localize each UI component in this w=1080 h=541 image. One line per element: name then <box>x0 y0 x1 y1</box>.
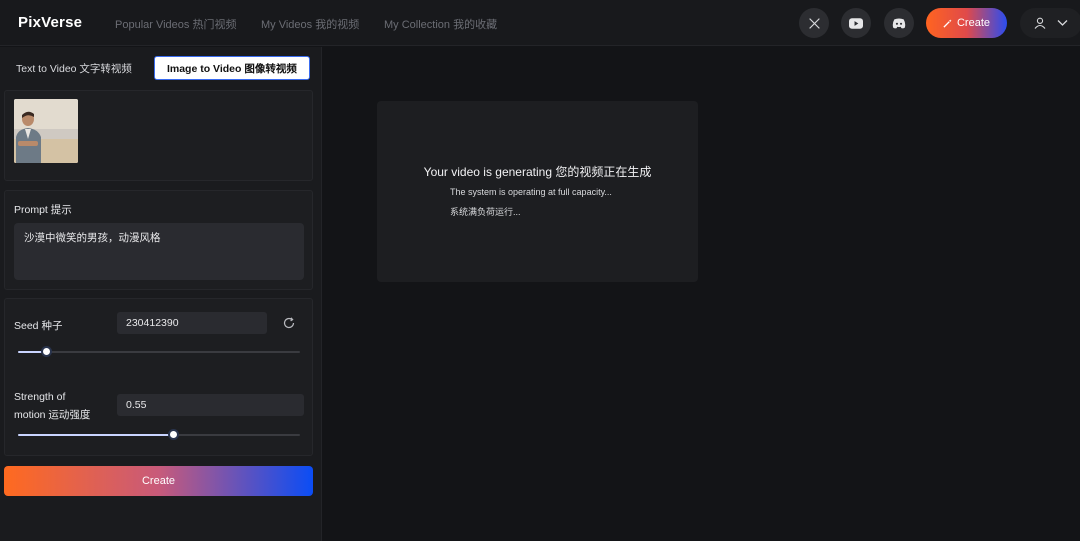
header-create-label: Create <box>956 17 991 29</box>
seed-input[interactable]: 230412390 <box>117 312 267 334</box>
capacity-message-cn: 系统满负荷运行... <box>450 207 521 217</box>
motion-slider-fill <box>18 434 174 436</box>
nav-popular-videos[interactable]: Popular Videos 热门视频 <box>115 16 236 32</box>
image-upload-card[interactable] <box>4 90 313 181</box>
prompt-textarea[interactable]: 沙漠中微笑的男孩，动漫风格 <box>14 223 304 280</box>
top-bar: PixVerse Popular Videos 热门视频 My Videos 我… <box>0 0 1080 46</box>
chevron-down-icon <box>1057 20 1068 26</box>
person-photo <box>14 99 78 163</box>
motion-strength-input[interactable]: 0.55 <box>117 394 304 416</box>
tab-image-to-video[interactable]: Image to Video 图像转视频 <box>153 56 310 80</box>
user-menu[interactable] <box>1020 8 1080 38</box>
nav-my-videos[interactable]: My Videos 我的视频 <box>261 16 359 32</box>
youtube-button[interactable] <box>841 8 871 38</box>
seed-slider-thumb[interactable] <box>40 346 52 357</box>
tab-text-to-video[interactable]: Text to Video 文字转视频 <box>4 56 144 80</box>
generation-status-card: Your video is generating 您的视频正在生成 The sy… <box>377 101 698 282</box>
logo[interactable]: PixVerse <box>18 14 82 31</box>
mode-tabs: Text to Video 文字转视频 Image to Video 图像转视频 <box>4 56 310 80</box>
create-button[interactable]: Create <box>4 466 313 496</box>
uploaded-image-thumbnail[interactable] <box>14 99 78 163</box>
seed-slider[interactable] <box>18 346 300 357</box>
discord-icon <box>892 18 906 28</box>
settings-panel: Text to Video 文字转视频 Image to Video 图像转视频… <box>0 47 322 541</box>
youtube-icon <box>849 17 863 29</box>
prompt-card: Prompt 提示 沙漠中微笑的男孩，动漫风格 <box>4 190 313 290</box>
discord-button[interactable] <box>884 8 914 38</box>
user-icon <box>1034 17 1046 29</box>
x-logo-icon <box>808 17 820 29</box>
motion-label-line2: motion 运动强度 <box>14 409 91 421</box>
nav-my-collection[interactable]: My Collection 我的收藏 <box>384 16 497 32</box>
seed-label: Seed 种子 <box>14 320 63 332</box>
prompt-label: Prompt 提示 <box>14 204 72 216</box>
refresh-icon[interactable] <box>283 317 295 329</box>
motion-slider[interactable] <box>18 429 300 440</box>
magic-wand-icon <box>943 18 952 28</box>
motion-slider-thumb[interactable] <box>167 429 179 440</box>
capacity-message: The system is operating at full capacity… <box>450 187 612 197</box>
header-create-button[interactable]: Create <box>926 8 1007 38</box>
generating-title: Your video is generating 您的视频正在生成 <box>423 165 652 179</box>
x-button[interactable] <box>799 8 829 38</box>
parameters-card: Seed 种子 230412390 Strength of motion 运动强… <box>4 298 313 456</box>
motion-label-line1: Strength of <box>14 391 66 403</box>
